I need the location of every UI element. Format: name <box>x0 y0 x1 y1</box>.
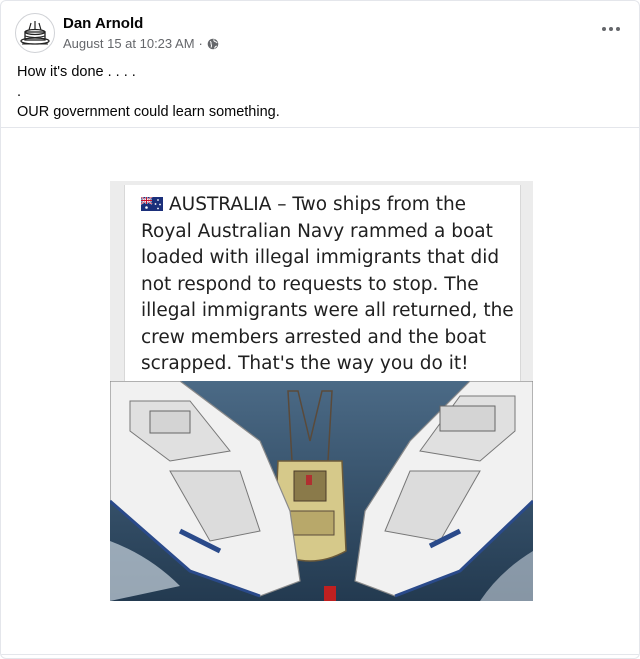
meme-caption: AUSTRALIA – Two ships from the Royal Aus… <box>141 192 521 378</box>
author-name[interactable]: Dan Arnold <box>63 15 143 32</box>
post-text-line: OUR government could learn something. <box>17 104 280 120</box>
post-timestamp[interactable]: August 15 at 10:23 AM <box>63 36 195 51</box>
post-media[interactable]: AUSTRALIA – Two ships from the Royal Aus… <box>1 128 639 654</box>
navy-ships-photo <box>110 381 533 601</box>
meme-caption-text: AUSTRALIA – Two ships from the <box>169 194 467 215</box>
meme-image[interactable]: AUSTRALIA – Two ships from the Royal Aus… <box>110 181 533 601</box>
more-options-icon <box>602 27 606 31</box>
post-text-line: How it's done . . . . <box>17 64 136 80</box>
globe-icon[interactable] <box>207 38 219 50</box>
avatar-cake-icon <box>20 21 50 45</box>
meme-caption-line: Royal Australian Navy rammed a boat <box>141 220 493 242</box>
meme-caption-line: illegal immigrants were all returned, th… <box>141 300 514 321</box>
post-card: Dan Arnold August 15 at 10:23 AM · How i… <box>0 0 640 659</box>
australia-flag-icon <box>141 197 163 211</box>
more-options-dot <box>616 27 620 31</box>
meme-caption-line: not respond to requests to stop. The <box>141 273 479 295</box>
more-options-dot <box>609 27 613 31</box>
more-options-button[interactable] <box>597 19 625 39</box>
meme-caption-line: scrapped. That's the way you do it! <box>141 353 469 374</box>
meme-caption-line: AUSTRALIA – Two ships from the <box>141 192 521 219</box>
post-body-text: How it's done . . . . . OUR government c… <box>17 62 617 122</box>
meme-caption-box: AUSTRALIA – Two ships from the Royal Aus… <box>124 185 521 381</box>
avatar[interactable] <box>15 13 55 53</box>
meta-separator: · <box>198 36 203 51</box>
post-header: Dan Arnold August 15 at 10:23 AM · <box>1 1 639 61</box>
meme-caption-line: loaded with illegal immigrants that did <box>141 247 500 268</box>
post-bottom-divider <box>1 654 639 655</box>
post-text-line: . <box>17 84 22 100</box>
meme-caption-line: crew members arrested and the boat <box>141 326 487 348</box>
post-meta: August 15 at 10:23 AM · <box>63 36 219 51</box>
